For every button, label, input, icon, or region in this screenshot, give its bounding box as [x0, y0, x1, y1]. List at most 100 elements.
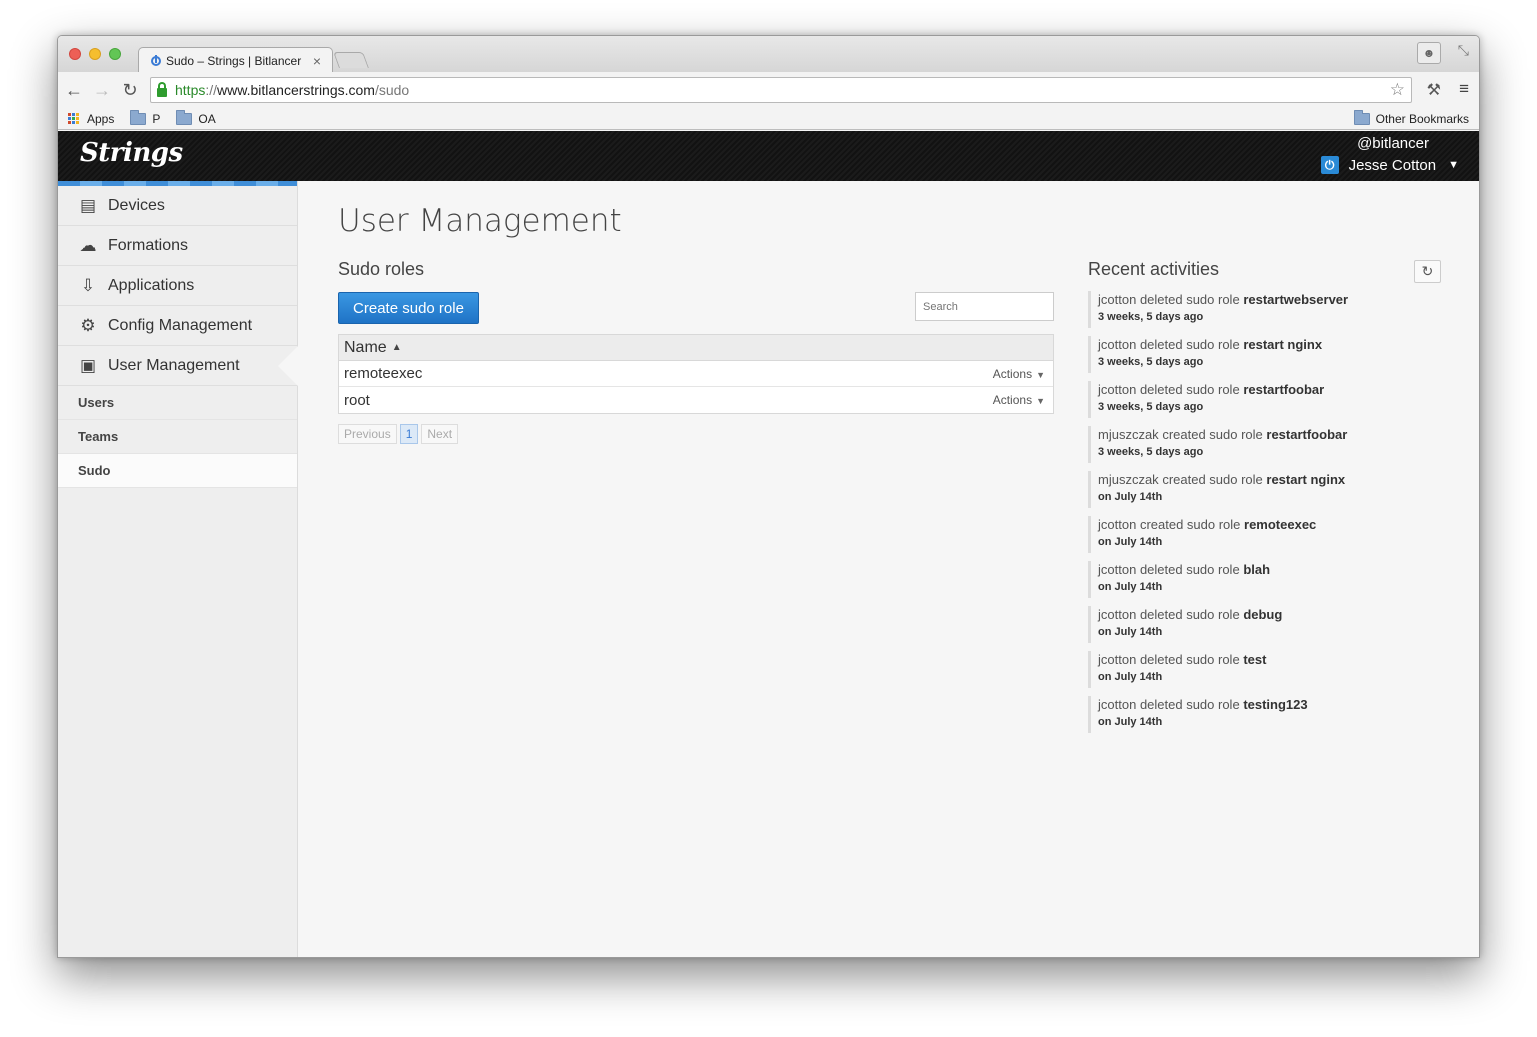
create-sudo-role-button[interactable]: Create sudo role — [338, 292, 479, 324]
forward-icon[interactable]: → — [90, 78, 114, 102]
subnav-item-teams[interactable]: Teams — [58, 420, 297, 454]
activity-target: restartfoobar — [1243, 382, 1325, 397]
actions-dropdown[interactable]: Actions ▼ — [993, 367, 1045, 381]
activity-target: testing123 — [1243, 697, 1308, 712]
activity-user: jcotton — [1098, 697, 1137, 712]
list-item: jcotton deleted sudo role test on July 1… — [1088, 651, 1408, 688]
active-indicator — [278, 346, 298, 386]
activity-user: jcotton — [1098, 382, 1137, 397]
subnav-item-label: Sudo — [78, 463, 111, 478]
sidebar-item-devices[interactable]: ▤ Devices — [58, 186, 297, 226]
browser-toolbar: ← → ↻ https :// www.bitlancerstrings.com… — [58, 72, 1479, 108]
gears-icon: ⚙ — [80, 315, 96, 335]
sidebar-item-applications[interactable]: ⇩ Applications — [58, 266, 297, 306]
tab-title: Sudo – Strings | Bitlancer — [166, 53, 302, 68]
user-display-name: Jesse Cotton — [1348, 156, 1437, 174]
power-icon[interactable]: ⏻ — [1320, 156, 1339, 174]
sidebar-item-formations[interactable]: ☁ Formations — [58, 226, 297, 266]
recent-activities-heading: Recent activities — [1088, 259, 1220, 279]
role-name[interactable]: remoteexec — [344, 365, 422, 382]
browser-window: Sudo – Strings | Bitlancer × ☻ ⤡ ← → ↻ h… — [57, 35, 1480, 958]
bookmark-folder-oa[interactable]: OA — [176, 109, 216, 126]
previous-page-button[interactable]: Previous — [338, 424, 397, 444]
activity-verb: deleted sudo role — [1139, 292, 1240, 307]
list-item: jcotton deleted sudo role restartfoobar … — [1088, 381, 1408, 418]
activity-user: jcotton — [1098, 652, 1137, 667]
url-host: www.bitlancerstrings.com — [217, 82, 375, 98]
activity-user: mjuszczak — [1098, 427, 1159, 442]
role-name[interactable]: root — [344, 392, 370, 409]
activity-time: 3 weeks, 5 days ago — [1098, 311, 1204, 323]
browser-tab[interactable]: Sudo – Strings | Bitlancer × — [138, 47, 333, 73]
reload-icon[interactable]: ↻ — [118, 78, 142, 102]
folder-icon — [130, 109, 147, 125]
search-input[interactable] — [915, 292, 1054, 321]
back-icon[interactable]: ← — [62, 78, 86, 102]
apps-grid-icon — [68, 112, 80, 125]
page-number-button[interactable]: 1 — [399, 424, 419, 444]
activity-verb: deleted sudo role — [1139, 562, 1240, 577]
bookmark-folder-p[interactable]: P — [130, 109, 160, 126]
sidebar-item-user-management[interactable]: ▣ User Management — [58, 346, 298, 386]
next-page-button[interactable]: Next — [421, 424, 459, 444]
column-header-name[interactable]: Name ▲ — [339, 335, 1053, 361]
activity-verb: deleted sudo role — [1139, 607, 1240, 622]
activity-user: mjuszczak — [1098, 472, 1159, 487]
strings-logo[interactable]: Strings — [80, 138, 183, 168]
activity-time: 3 weeks, 5 days ago — [1098, 401, 1204, 413]
list-item: mjuszczak created sudo role restartfooba… — [1088, 426, 1408, 463]
activity-user: jcotton — [1098, 517, 1137, 532]
table-row[interactable]: root Actions ▼ — [339, 387, 1053, 413]
activity-target: restart nginx — [1266, 472, 1346, 487]
inbox-download-icon: ⇩ — [80, 275, 96, 295]
fullscreen-icon[interactable]: ⤡ — [1458, 42, 1469, 59]
sidebar-item-config-management[interactable]: ⚙ Config Management — [58, 306, 297, 346]
table-row[interactable]: remoteexec Actions ▼ — [339, 361, 1053, 387]
sidebar-item-label: Devices — [108, 196, 165, 214]
subnav-item-users[interactable]: Users — [58, 386, 297, 420]
caret-down-icon: ▼ — [1036, 369, 1045, 380]
cloud-upload-icon: ☁ — [79, 235, 97, 255]
actions-label: Actions — [992, 366, 1033, 381]
activity-time: 3 weeks, 5 days ago — [1098, 356, 1204, 368]
folder-icon — [176, 109, 193, 125]
sudo-roles-heading: Sudo roles — [338, 259, 425, 279]
bookmark-apps[interactable]: Apps — [68, 112, 114, 126]
pagination: Previous 1 Next — [338, 424, 461, 444]
minimize-window-button[interactable] — [89, 48, 101, 60]
close-tab-icon[interactable]: × — [310, 53, 324, 69]
menu-icon[interactable]: ≡ — [1459, 79, 1469, 99]
activity-user: jcotton — [1098, 337, 1137, 352]
new-tab-button[interactable] — [333, 52, 369, 68]
other-bookmarks[interactable]: Other Bookmarks — [1353, 109, 1469, 126]
profile-icon[interactable]: ☻ — [1417, 42, 1441, 64]
close-window-button[interactable] — [69, 48, 81, 60]
activity-target: restart nginx — [1243, 337, 1323, 352]
user-menu[interactable]: ⏻ Jesse Cotton ▼ — [1320, 156, 1459, 174]
activity-verb: deleted sudo role — [1139, 337, 1240, 352]
lock-icon — [157, 81, 167, 97]
list-item: jcotton deleted sudo role debug on July … — [1088, 606, 1408, 643]
activity-target: test — [1243, 652, 1267, 667]
activity-verb: created sudo role — [1139, 517, 1241, 532]
url-scheme: https — [175, 82, 206, 98]
activity-time: on July 14th — [1098, 671, 1163, 683]
activity-verb: created sudo role — [1162, 472, 1263, 487]
extension-icon[interactable]: ⚒ — [1427, 80, 1441, 100]
bookmark-label: OA — [198, 111, 216, 126]
url-path: /sudo — [374, 82, 410, 98]
subnav-item-sudo[interactable]: Sudo — [58, 454, 297, 488]
list-item: mjuszczak created sudo role restart ngin… — [1088, 471, 1408, 508]
zoom-window-button[interactable] — [109, 48, 121, 60]
bookmarks-bar: Apps P OA Other Bookmarks — [58, 108, 1479, 130]
activity-target: blah — [1243, 562, 1271, 577]
activity-user: jcotton — [1098, 292, 1137, 307]
sudo-roles-table: Name ▲ remoteexec Actions ▼ root Actions ▼ — [338, 334, 1054, 414]
bookmark-star-icon[interactable]: ☆ — [1390, 80, 1405, 100]
refresh-icon[interactable]: ↻ — [1414, 260, 1441, 283]
caret-down-icon: ▼ — [1448, 159, 1459, 171]
account-handle: @bitlancer — [1357, 135, 1429, 152]
address-bar[interactable]: https :// www.bitlancerstrings.com /sudo… — [150, 77, 1412, 103]
actions-dropdown[interactable]: Actions ▼ — [993, 393, 1045, 407]
sidebar-item-label: Applications — [108, 276, 195, 294]
